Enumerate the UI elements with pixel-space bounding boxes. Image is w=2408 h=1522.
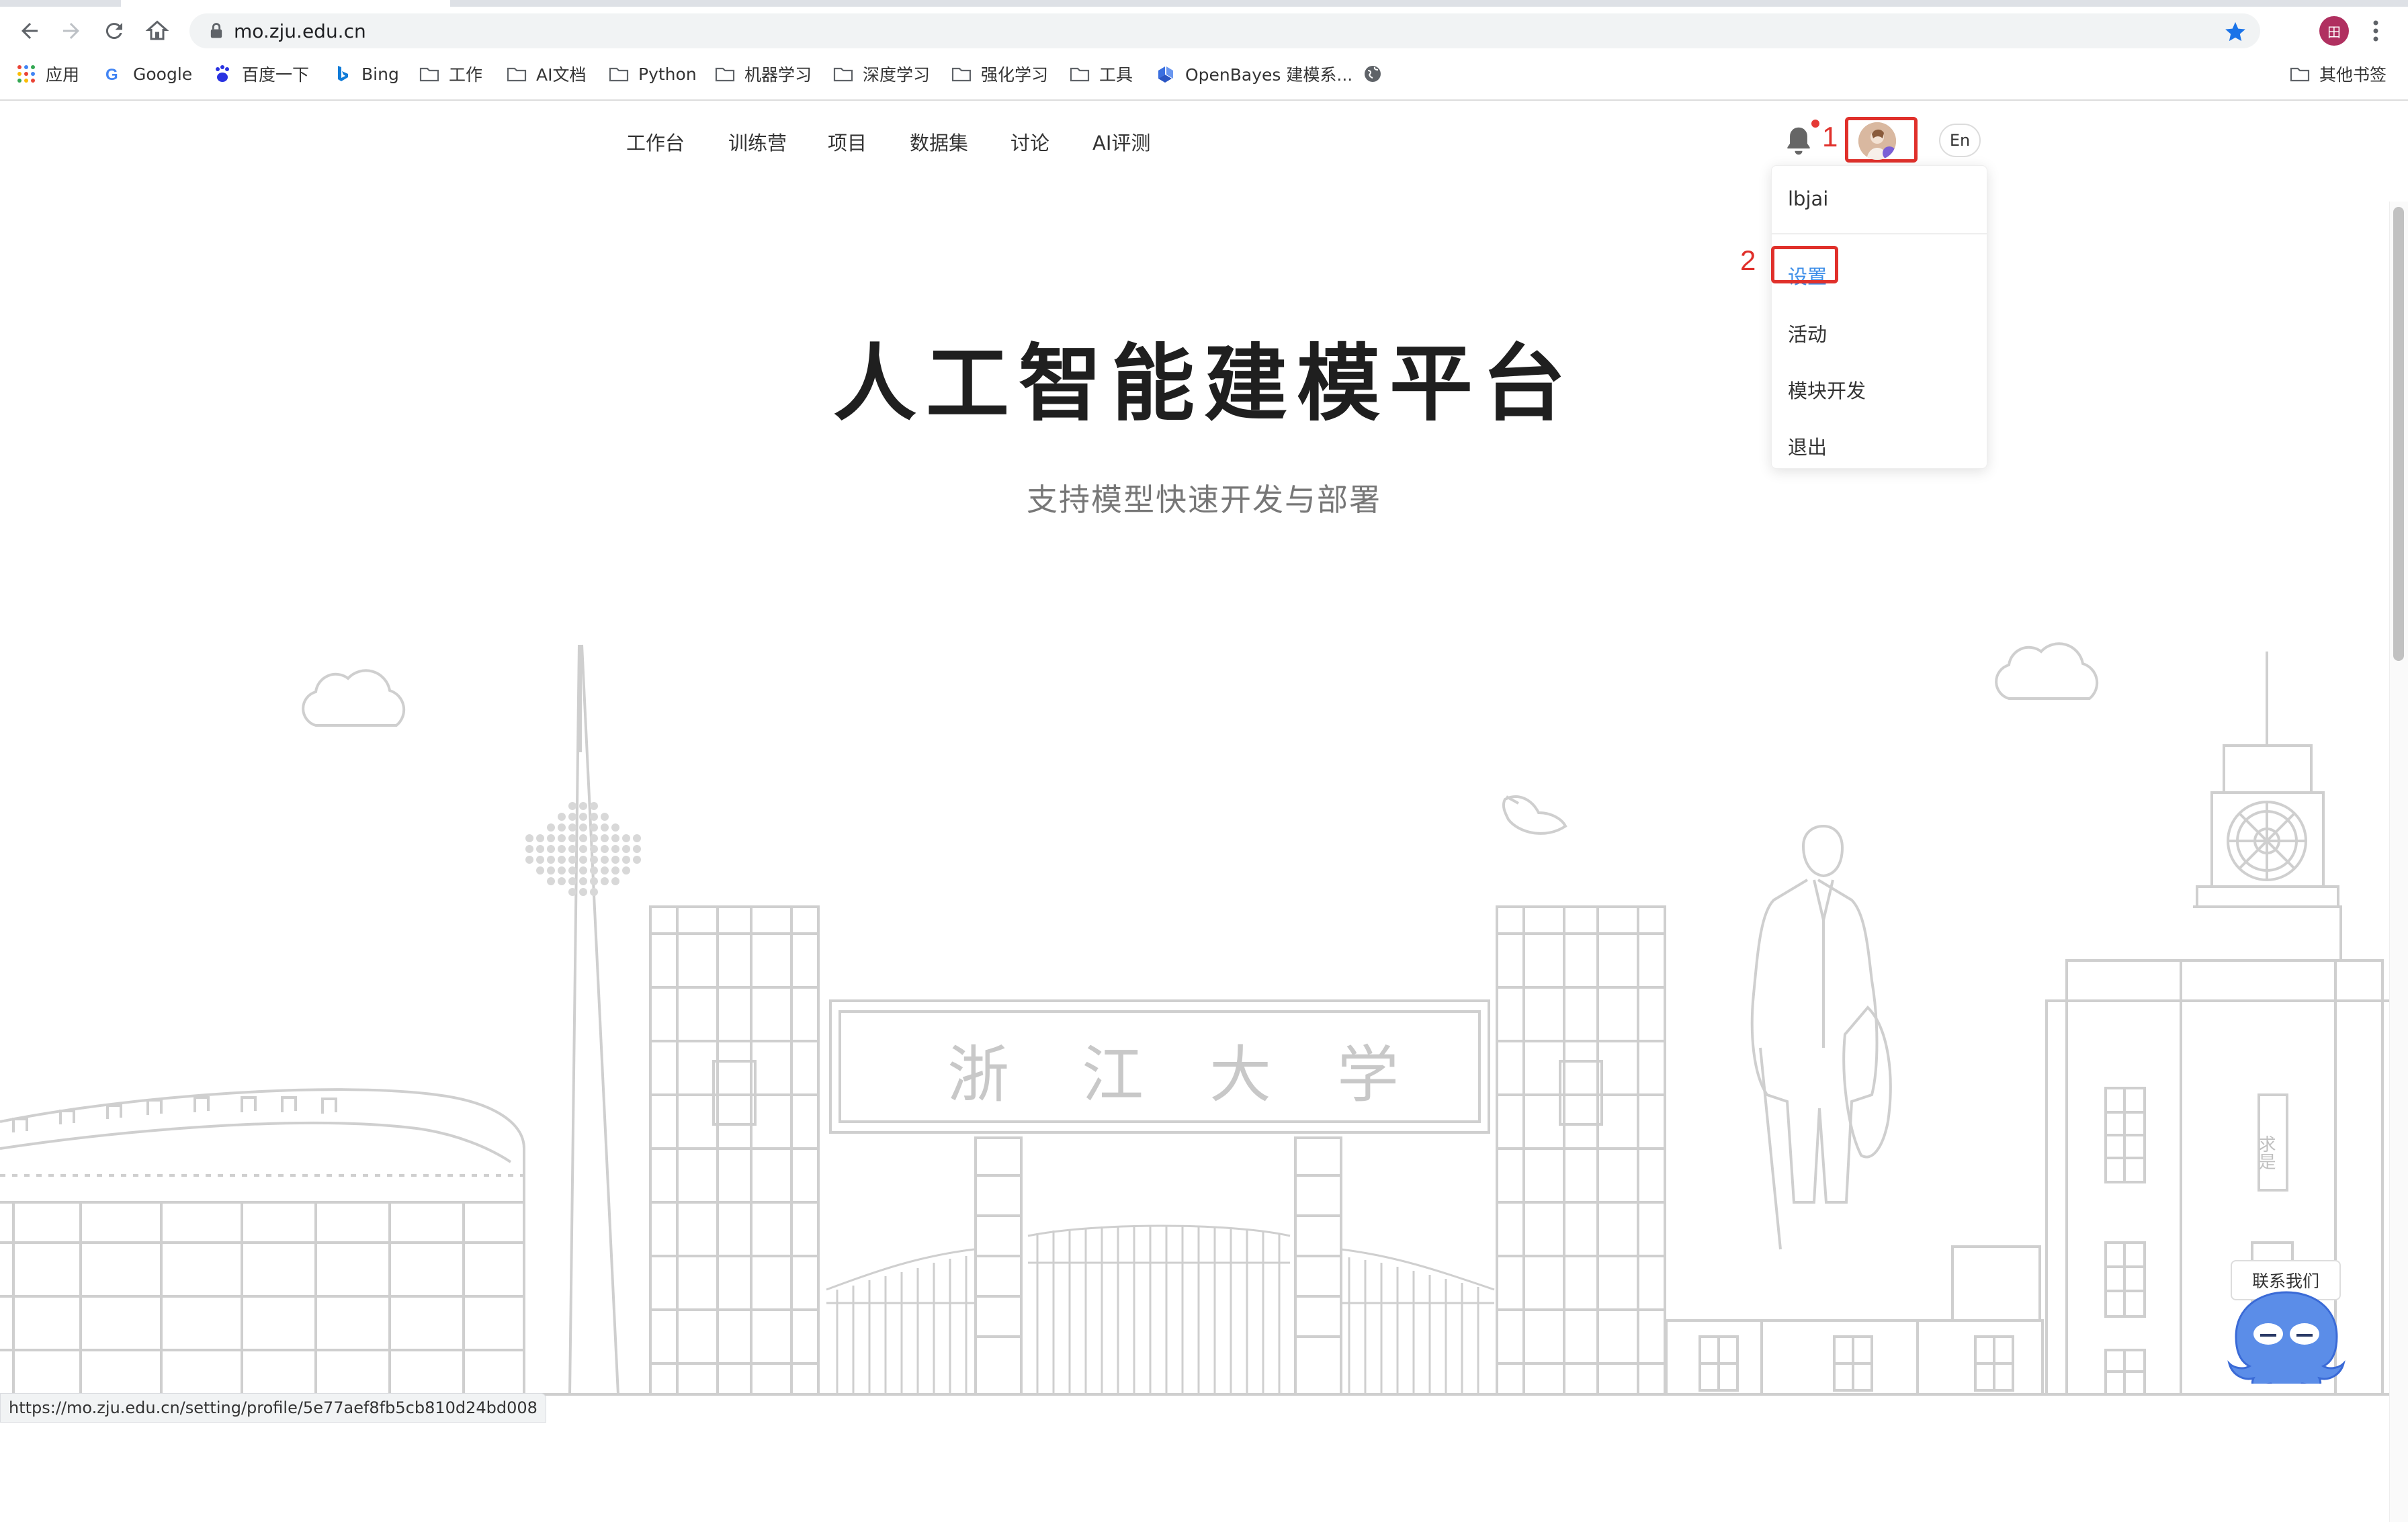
- globe-icon: [1365, 66, 1381, 82]
- bookmark-label: 深度学习: [863, 65, 931, 85]
- back-arrow-icon[interactable]: [15, 16, 44, 46]
- dropdown-username: lbjai: [1788, 187, 1829, 210]
- bookmark-label: 工作: [449, 65, 483, 85]
- bookmark-other[interactable]: 其他书签: [2290, 60, 2386, 87]
- notification-dot: [1811, 120, 1819, 128]
- bird-icon: [1502, 795, 1567, 835]
- gate-char-4: 学: [1337, 1039, 1399, 1111]
- bookmark-google[interactable]: G Google: [103, 60, 192, 87]
- nav-workbench[interactable]: 工作台: [626, 128, 685, 156]
- bell-icon[interactable]: [1783, 125, 1814, 157]
- nav-ai-evaluation[interactable]: AI评测: [1092, 128, 1150, 156]
- browser-profile-avatar[interactable]: 田: [2319, 16, 2349, 46]
- bookmark-folder-work[interactable]: 工作: [419, 60, 482, 87]
- browser-chrome: mo.zju.edu.cn 田 应用 G Google 百度一下 Bing 工作 …: [0, 0, 2408, 101]
- nav-training-camp[interactable]: 训练营: [728, 128, 787, 156]
- stadium: [0, 1088, 525, 1394]
- nav-datasets[interactable]: 数据集: [910, 128, 968, 156]
- bookmark-label: 机器学习: [744, 65, 812, 85]
- statue-figure: [1665, 824, 2044, 1396]
- nav-discussion[interactable]: 讨论: [1010, 128, 1049, 156]
- hero-title: 人工智能建模平台: [832, 336, 1575, 433]
- nav-projects[interactable]: 项目: [828, 128, 867, 156]
- bookmark-label: OpenBayes 建模系...: [1185, 65, 1353, 85]
- language-toggle-button[interactable]: En: [1939, 124, 1981, 157]
- address-bar[interactable]: mo.zju.edu.cn: [189, 13, 2260, 48]
- bookmark-label: Bing: [361, 64, 399, 84]
- bookmark-openbayes[interactable]: OpenBayes 建模系...: [1156, 60, 1352, 87]
- apps-grid-icon: [17, 65, 35, 83]
- octopus-mascot-icon[interactable]: [2224, 1290, 2349, 1384]
- bookmark-folder-ml[interactable]: 机器学习: [715, 60, 812, 87]
- folder-icon: [2290, 67, 2310, 82]
- reload-icon[interactable]: [99, 16, 129, 46]
- annotation-step-2: 2: [1740, 244, 1756, 276]
- gate-char-2: 江: [1082, 1039, 1144, 1111]
- browser-menu-icon[interactable]: [2368, 17, 2384, 44]
- folder-icon: [715, 67, 735, 82]
- folder-icon: [419, 67, 439, 82]
- openbayes-icon: [1158, 66, 1173, 83]
- bookmark-label: AI文档: [536, 65, 587, 85]
- bookmark-folder-ai-docs[interactable]: AI文档: [507, 60, 586, 87]
- tab-strip: [0, 0, 2408, 7]
- iron-gate: [826, 1224, 1495, 1394]
- google-icon: G: [105, 66, 118, 84]
- base-windows: [1698, 1335, 2014, 1392]
- tv-tower: [568, 644, 619, 1395]
- other-bookmarks-label: 其他书签: [2319, 65, 2387, 85]
- folder-icon: [951, 67, 972, 82]
- folder-icon: [833, 67, 853, 82]
- lock-icon: [210, 23, 222, 38]
- dropdown-divider: [1772, 233, 1987, 234]
- folder-icon: [609, 67, 629, 82]
- bookmark-folder-python[interactable]: Python: [609, 60, 697, 87]
- tower-dot-sphere: [525, 802, 641, 896]
- bookmark-apps[interactable]: 应用: [16, 60, 79, 87]
- status-bar-url: https://mo.zju.edu.cn/setting/profile/5e…: [0, 1393, 546, 1423]
- campus-skyline-illustration: 浙 江 大 学 求是: [0, 642, 2392, 1396]
- bookmark-label: 应用: [46, 65, 80, 85]
- bookmark-label: Google: [133, 64, 193, 84]
- user-badge-icon: [1883, 146, 1896, 160]
- folder-icon: [1070, 67, 1090, 82]
- bookmark-folder-rl[interactable]: 强化学习: [951, 60, 1048, 87]
- bookmark-folder-tools[interactable]: 工具: [1070, 60, 1133, 87]
- hero-subtitle: 支持模型快速开发与部署: [1027, 482, 1381, 518]
- annotation-step-1: 1: [1822, 121, 1838, 152]
- active-tab[interactable]: [121, 0, 450, 7]
- bookmark-label: Python: [638, 64, 697, 84]
- folder-icon: [507, 67, 527, 82]
- tower-plaque-text: 求是: [2255, 1135, 2276, 1170]
- bookmark-star-icon[interactable]: [2224, 20, 2247, 43]
- scrollbar-thumb[interactable]: [2393, 207, 2404, 661]
- home-icon[interactable]: [142, 16, 172, 46]
- user-avatar[interactable]: [1858, 122, 1896, 160]
- page-content: 工作台 训练营 项目 数据集 讨论 AI评测 1 En lbjai 设置 活动 …: [0, 101, 2408, 1522]
- cloud-icon: [1995, 642, 2099, 700]
- gate-pillars: [974, 1136, 1342, 1396]
- annotation-settings-highlight: [1771, 246, 1838, 283]
- gate-left-tower: [649, 905, 820, 1396]
- bookmark-globe[interactable]: [1363, 60, 1392, 87]
- gate-char-3: 大: [1209, 1039, 1271, 1111]
- bookmarks-bar: 应用 G Google 百度一下 Bing 工作 AI文档 Python 机器学习…: [0, 56, 2408, 91]
- bookmark-label: 工具: [1099, 65, 1133, 85]
- bookmark-bing[interactable]: Bing: [332, 60, 399, 87]
- svg-text:G: G: [105, 66, 118, 84]
- bing-icon: [338, 66, 348, 81]
- gate-right-tower: [1496, 905, 1666, 1396]
- bookmark-folder-dl[interactable]: 深度学习: [833, 60, 930, 87]
- forward-arrow-icon[interactable]: [56, 16, 86, 46]
- bookmark-label: 强化学习: [981, 65, 1049, 85]
- cloud-icon: [302, 669, 406, 727]
- gate-char-1: 浙: [947, 1039, 1009, 1111]
- bookmark-label: 百度一下: [242, 65, 310, 85]
- baidu-icon: [216, 65, 229, 82]
- bookmark-baidu[interactable]: 百度一下: [212, 60, 309, 87]
- address-url: mo.zju.edu.cn: [234, 20, 366, 42]
